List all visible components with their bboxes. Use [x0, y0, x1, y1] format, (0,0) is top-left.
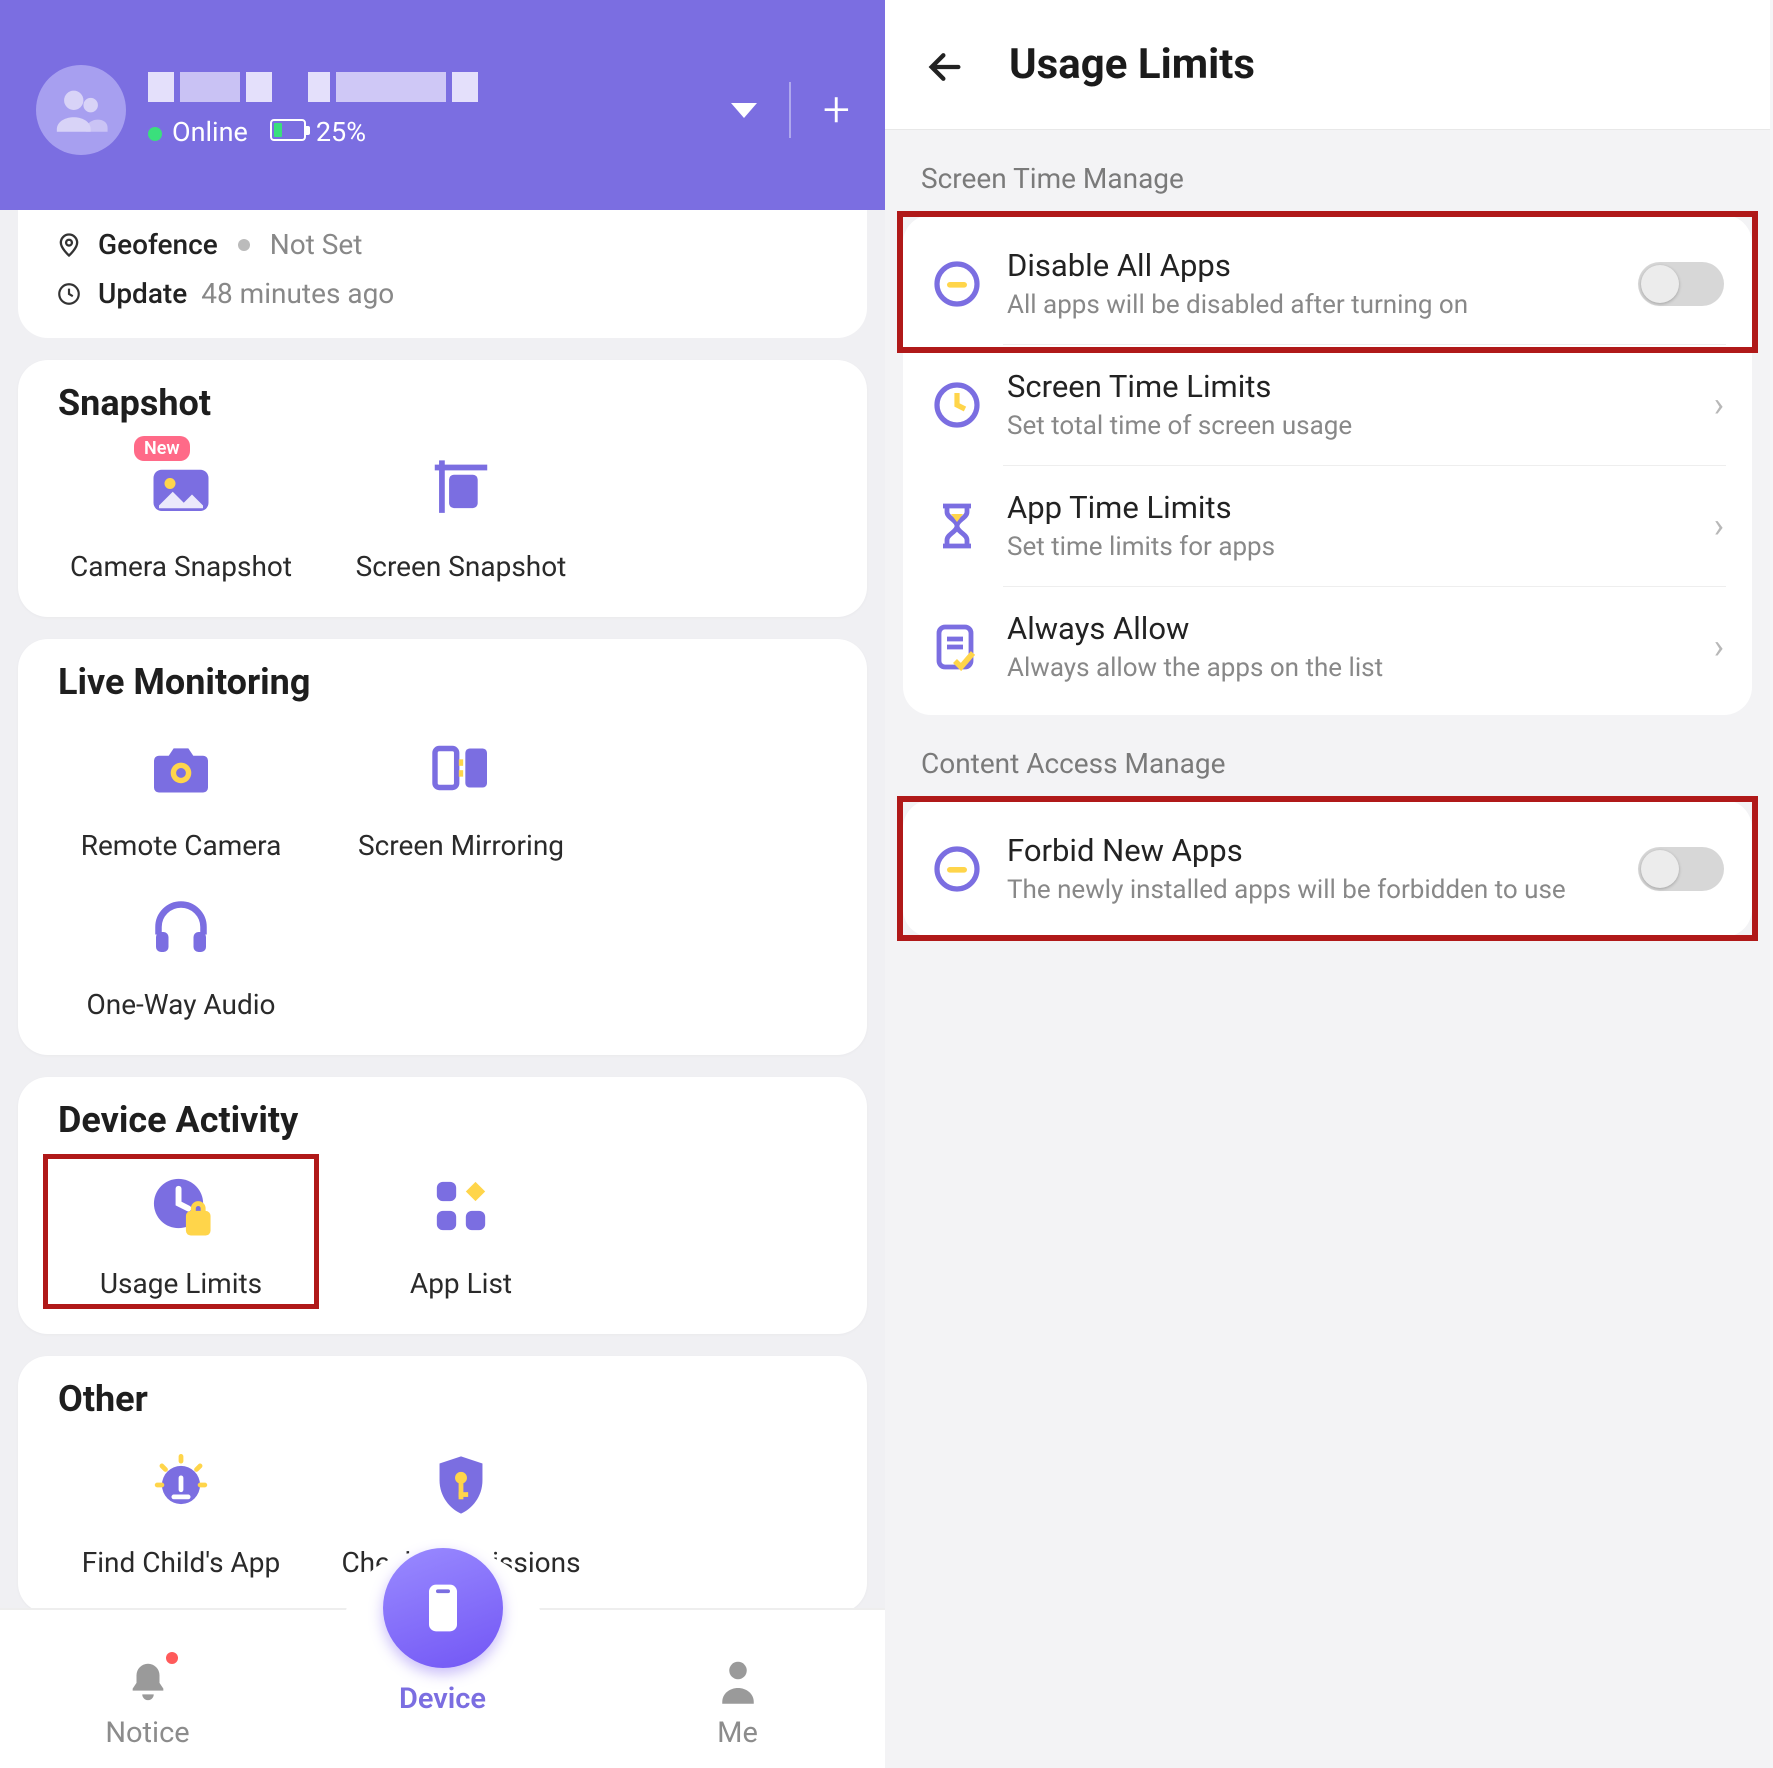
shield-key-icon [330, 1446, 592, 1524]
phone-icon [383, 1548, 503, 1668]
update-row[interactable]: Update 48 minutes ago [46, 269, 839, 318]
online-status: Online [148, 116, 248, 148]
one-way-audio-tile[interactable]: One-Way Audio [46, 878, 316, 1027]
new-badge: New [134, 436, 190, 461]
online-dot-icon [148, 127, 162, 141]
section-title: Snapshot [46, 382, 839, 424]
screen-time-manage-card: Disable All Apps All apps will be disabl… [903, 215, 1752, 715]
clock-lock-icon [50, 1167, 312, 1245]
device-activity-section: Device Activity Usage Limits App List [18, 1077, 867, 1334]
mirror-icon [330, 729, 592, 807]
bottom-nav: Notice Device Me [0, 1608, 885, 1768]
screen-mirroring-tile[interactable]: Screen Mirroring [326, 719, 596, 868]
group-label: Content Access Manage [885, 715, 1770, 800]
content-access-card: Forbid New Apps The newly installed apps… [903, 800, 1752, 937]
notification-dot-icon [166, 1652, 178, 1664]
bell-icon [48, 1654, 248, 1708]
screen-snapshot-tile[interactable]: Screen Snapshot [326, 440, 596, 589]
snapshot-section: Snapshot New Camera Snapshot Screen Snap… [18, 360, 867, 617]
photo-icon [50, 450, 312, 528]
geofence-row[interactable]: Geofence Not Set [46, 220, 839, 269]
disable-all-toggle[interactable] [1638, 262, 1724, 306]
geofence-icon [54, 230, 84, 260]
always-allow-row[interactable]: Always Allow Always allow the apps on th… [903, 586, 1752, 707]
dot-icon [238, 239, 250, 251]
back-button[interactable] [925, 43, 965, 87]
chevron-right-icon: › [1714, 627, 1724, 667]
section-title: Device Activity [46, 1099, 839, 1141]
chevron-right-icon: › [1714, 506, 1724, 546]
clock-icon [54, 279, 84, 309]
camera-icon [50, 729, 312, 807]
chevron-right-icon: › [1714, 385, 1724, 425]
app-time-limits-row[interactable]: App Time Limits Set time limits for apps… [903, 465, 1752, 586]
remote-camera-tile[interactable]: Remote Camera [46, 719, 316, 868]
forbid-new-apps-toggle[interactable] [1638, 847, 1724, 891]
hourglass-icon [931, 500, 983, 552]
list-check-icon [931, 621, 983, 673]
forbid-new-apps-row[interactable]: Forbid New Apps The newly installed apps… [903, 808, 1752, 929]
device-name-redacted [148, 72, 478, 102]
disable-icon [931, 258, 983, 310]
nav-device[interactable]: Device [343, 1588, 543, 1750]
usage-limits-header: Usage Limits [885, 0, 1770, 130]
device-header: Online 25% + [0, 0, 885, 210]
apps-grid-icon [330, 1167, 592, 1245]
section-title: Other [46, 1378, 839, 1420]
screen-crop-icon [330, 450, 592, 528]
battery-status: 25% [270, 116, 366, 148]
add-device-button[interactable]: + [823, 86, 850, 134]
nav-notice[interactable]: Notice [48, 1654, 248, 1750]
person-icon [638, 1654, 838, 1708]
usage-limits-tile[interactable]: Usage Limits [46, 1157, 316, 1306]
page-title: Usage Limits [1009, 40, 1255, 89]
battery-icon [270, 119, 306, 141]
disable-icon [931, 843, 983, 895]
screen-time-limits-row[interactable]: Screen Time Limits Set total time of scr… [903, 344, 1752, 465]
avatar[interactable] [36, 65, 126, 155]
headphones-icon [50, 888, 312, 966]
divider [789, 82, 791, 138]
find-childs-app-tile[interactable]: Find Child's App [46, 1436, 316, 1585]
group-label: Screen Time Manage [885, 130, 1770, 215]
camera-snapshot-tile[interactable]: New Camera Snapshot [46, 440, 316, 589]
clock-icon [931, 379, 983, 431]
app-list-tile[interactable]: App List [326, 1157, 596, 1306]
nav-me[interactable]: Me [638, 1654, 838, 1750]
dropdown-icon[interactable] [731, 103, 757, 118]
section-title: Live Monitoring [46, 661, 839, 703]
lightbulb-icon [50, 1446, 312, 1524]
live-monitoring-section: Live Monitoring Remote Camera Screen Mir… [18, 639, 867, 1055]
device-info-card: Geofence Not Set Update 48 minutes ago [18, 210, 867, 338]
disable-all-apps-row[interactable]: Disable All Apps All apps will be disabl… [903, 223, 1752, 344]
